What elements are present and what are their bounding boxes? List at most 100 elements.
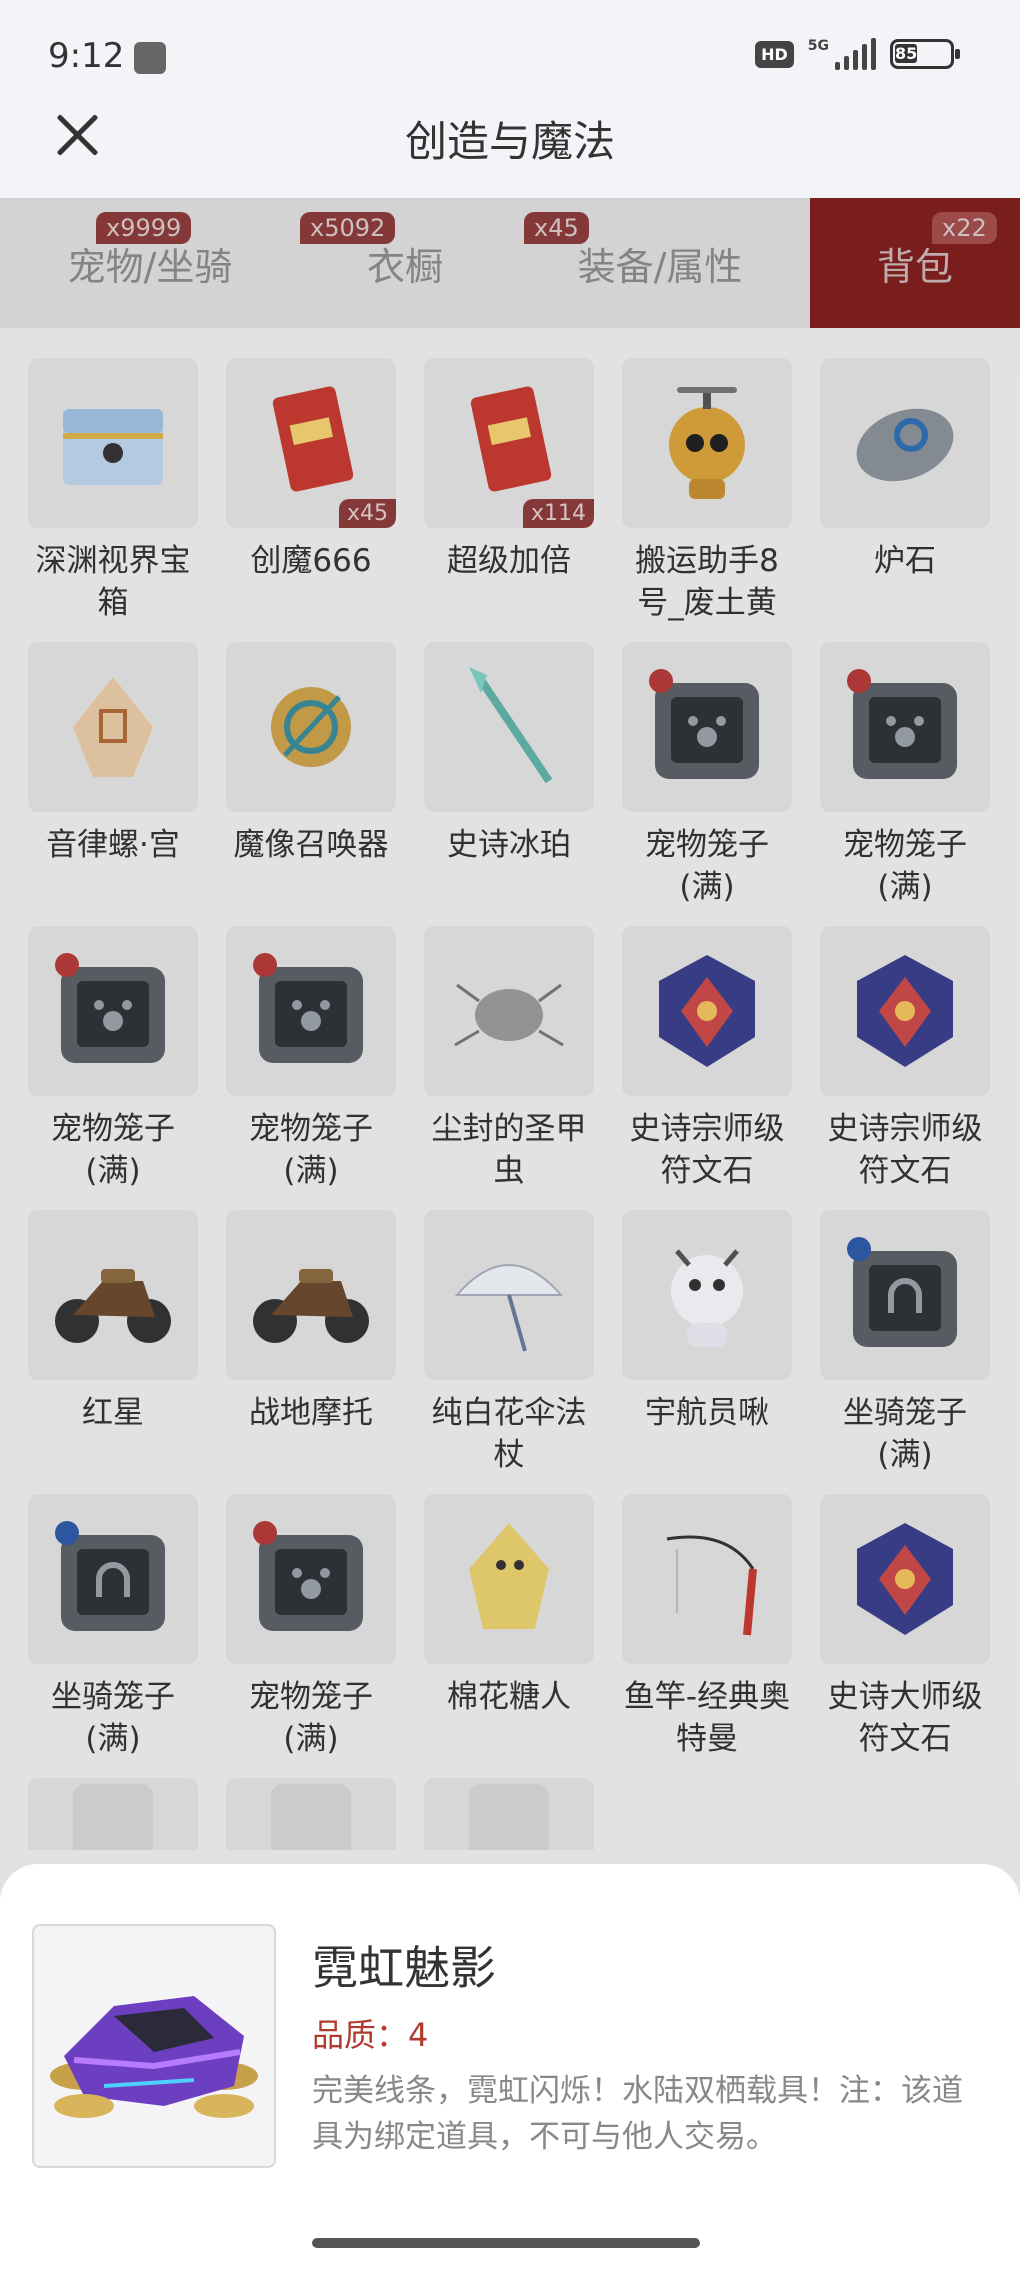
item-name: 宇航员啾 — [645, 1395, 769, 1431]
item-quantity: x114 — [522, 499, 594, 528]
home-indicator[interactable] — [312, 2238, 700, 2248]
tab-label: 装备/属性 — [577, 244, 743, 289]
hd-icon: HD — [755, 40, 794, 68]
umbrella-icon — [424, 1210, 594, 1380]
item-name: 宠物笼子(满) — [249, 1111, 373, 1189]
status-icons: HD 5G 85 — [755, 38, 960, 70]
inventory-item[interactable]: 鱼竿-经典奥特曼 — [622, 1494, 792, 1766]
partial-item-icon — [226, 1778, 396, 1850]
tab-wardrobe[interactable]: 衣橱 x5092 — [300, 198, 510, 328]
inventory-item[interactable]: 炉石 — [820, 358, 990, 630]
astronaut-icon — [622, 1210, 792, 1380]
card-icon: x114 — [424, 358, 594, 528]
inventory-item[interactable] — [226, 1778, 396, 1850]
pet-cage-icon — [28, 926, 198, 1096]
inventory-item[interactable]: 坐骑笼子(满) — [28, 1494, 198, 1766]
inventory-item[interactable]: 宠物笼子(满) — [226, 926, 396, 1198]
item-name: 宠物笼子(满) — [249, 1679, 373, 1757]
item-name: 魔像召唤器 — [233, 827, 389, 863]
pet-cage-icon — [226, 926, 396, 1096]
tab-badge: x9999 — [96, 212, 192, 244]
inventory-item[interactable]: 红星 — [28, 1210, 198, 1482]
chest-icon — [28, 358, 198, 528]
item-name: 音律螺·宫 — [46, 827, 180, 863]
inventory-item[interactable]: 史诗冰珀 — [424, 642, 594, 914]
inventory-item[interactable]: 音律螺·宫 — [28, 642, 198, 914]
pet-cage-icon — [226, 1494, 396, 1664]
inventory-item[interactable]: 宠物笼子(满) — [622, 642, 792, 914]
partial-item-icon — [28, 1778, 198, 1850]
item-name: 史诗大师级符文石 — [827, 1679, 983, 1757]
neon-car-icon — [32, 1924, 276, 2168]
summoner-icon — [226, 642, 396, 812]
card-icon: x45 — [226, 358, 396, 528]
item-name: 宠物笼子(满) — [843, 827, 967, 905]
inventory-item[interactable]: 战地摩托 — [226, 1210, 396, 1482]
rune-icon — [820, 926, 990, 1096]
inventory-item[interactable]: x45 创魔666 — [226, 358, 396, 630]
tab-equipment[interactable]: 装备/属性 x45 — [510, 198, 810, 328]
inventory-item[interactable]: 宇航员啾 — [622, 1210, 792, 1482]
battery-icon: 85 — [890, 39, 960, 69]
item-name: 史诗冰珀 — [447, 827, 571, 863]
rune-icon — [622, 926, 792, 1096]
notification-icon — [134, 42, 166, 74]
fishing-rod-icon — [622, 1494, 792, 1664]
item-name: 坐骑笼子(满) — [51, 1679, 175, 1757]
tab-bar: 宠物/坐骑 x9999 衣橱 x5092 装备/属性 x45 背包 x22 — [0, 198, 1020, 328]
item-name: 搬运助手8号_废土黄 — [635, 543, 779, 621]
tab-badge: x22 — [932, 212, 997, 244]
inventory-item[interactable]: 搬运助手8号_废土黄 — [622, 358, 792, 630]
inventory-item[interactable]: 史诗宗师级符文石 — [622, 926, 792, 1198]
tab-pets-mounts[interactable]: 宠物/坐骑 x9999 — [0, 198, 300, 328]
inventory-item[interactable]: 魔像召唤器 — [226, 642, 396, 914]
item-name: 坐骑笼子(满) — [843, 1395, 967, 1473]
inventory-item[interactable]: 坐骑笼子(满) — [820, 1210, 990, 1482]
inventory-item[interactable]: 尘封的圣甲虫 — [424, 926, 594, 1198]
item-name: 鱼竿-经典奥特曼 — [623, 1679, 791, 1757]
page-title: 创造与魔法 — [404, 117, 615, 166]
battery-level: 85 — [895, 44, 918, 63]
inventory-item[interactable]: 棉花糖人 — [424, 1494, 594, 1766]
tab-backpack[interactable]: 背包 x22 — [810, 198, 1020, 328]
inventory-item[interactable] — [424, 1778, 594, 1850]
motorcycle-icon — [226, 1210, 396, 1380]
item-name: 史诗宗师级符文石 — [629, 1111, 785, 1189]
mount-cage-icon — [820, 1210, 990, 1380]
item-name: 史诗宗师级符文石 — [827, 1111, 983, 1189]
network-label: 5G — [807, 38, 829, 54]
tab-badge: x5092 — [300, 212, 396, 244]
robot-icon — [622, 358, 792, 528]
rune-icon — [820, 1494, 990, 1664]
inventory-item[interactable]: 宠物笼子(满) — [226, 1494, 396, 1766]
tab-badge: x45 — [524, 212, 589, 244]
item-name: 棉花糖人 — [447, 1679, 571, 1715]
pet-cage-icon — [622, 642, 792, 812]
pet-cage-icon — [820, 642, 990, 812]
item-name: 纯白花伞法杖 — [431, 1395, 587, 1473]
item-name: 深渊视界宝箱 — [35, 543, 191, 621]
inventory-item[interactable]: 宠物笼子(满) — [28, 926, 198, 1198]
inventory-item[interactable]: 史诗宗师级符文石 — [820, 926, 990, 1198]
item-name: 红星 — [82, 1395, 144, 1431]
inventory-item[interactable] — [28, 1778, 198, 1850]
status-time: 9:12 — [48, 36, 125, 76]
item-detail-sheet: 霓虹魅影 品质：4 完美线条，霓虹闪烁！水陆双栖载具！注：该道具为绑定道具，不可… — [0, 1864, 1020, 2270]
shell-icon — [28, 642, 198, 812]
beetle-icon — [424, 926, 594, 1096]
item-grid: 深渊视界宝箱 x45 创魔666 x114 超级加倍 搬运助手8号_废土黄 炉石音律螺·宫 魔… — [28, 358, 998, 1850]
marshmallow-icon — [424, 1494, 594, 1664]
item-name: 战地摩托 — [249, 1395, 373, 1431]
inventory-item[interactable]: x114 超级加倍 — [424, 358, 594, 630]
inventory-item[interactable]: 宠物笼子(满) — [820, 642, 990, 914]
inventory-item[interactable]: 史诗大师级符文石 — [820, 1494, 990, 1766]
header: 创造与魔法 — [0, 100, 1020, 198]
item-quantity: x45 — [338, 499, 396, 528]
inventory-item[interactable]: 纯白花伞法杖 — [424, 1210, 594, 1482]
inventory-item[interactable]: 深渊视界宝箱 — [28, 358, 198, 630]
item-description: 完美线条，霓虹闪烁！水陆双栖载具！注：该道具为绑定道具，不可与他人交易。 — [312, 2073, 963, 2155]
item-name: 宠物笼子(满) — [51, 1111, 175, 1189]
stone-icon — [820, 358, 990, 528]
partial-item-icon — [424, 1778, 594, 1850]
signal-icon — [835, 38, 876, 70]
